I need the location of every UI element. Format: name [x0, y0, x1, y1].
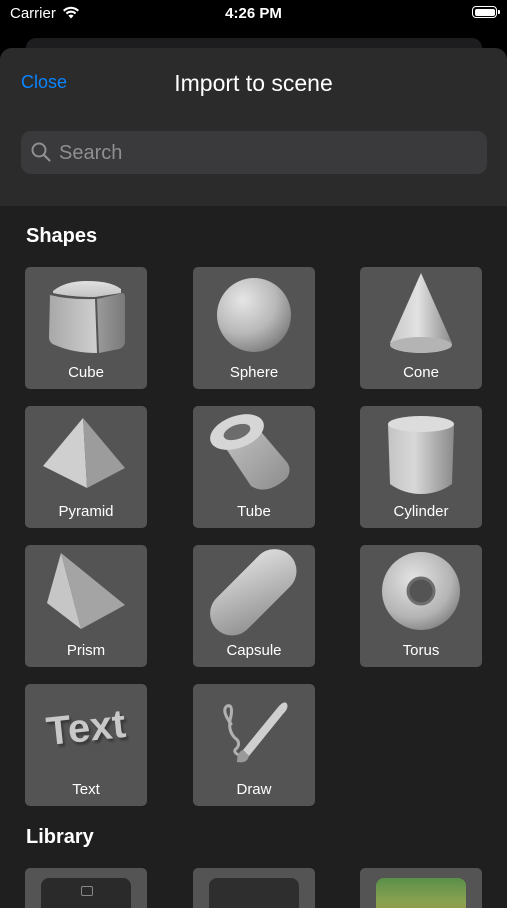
library-item[interactable] [193, 868, 315, 908]
text-shape-icon: Text [44, 701, 128, 755]
shape-label: Cylinder [393, 503, 449, 520]
shape-tile-draw[interactable]: Draw [193, 684, 315, 806]
shape-label: Torus [402, 642, 440, 659]
shape-label: Tube [237, 503, 271, 520]
library-thumbnail [209, 878, 299, 908]
shape-tile-prism[interactable]: Prism [25, 545, 147, 667]
search-input[interactable] [57, 131, 481, 176]
shape-label: Cone [403, 364, 439, 381]
cube-icon [49, 281, 125, 353]
robot-icon [81, 886, 93, 896]
shape-tile-capsule[interactable]: Capsule [193, 545, 315, 667]
torus-icon [382, 552, 460, 630]
shape-tile-cube[interactable]: Cube [25, 267, 147, 389]
shape-tile-text[interactable]: Text Text [25, 684, 147, 806]
shape-tile-pyramid[interactable]: Pyramid [25, 406, 147, 528]
prism-icon [47, 553, 125, 629]
shapes-section-title: Shapes [26, 225, 98, 247]
cylinder-icon [388, 416, 454, 494]
library-thumbnail [41, 878, 131, 908]
shape-tile-torus[interactable]: Torus [360, 545, 482, 667]
shape-label: Capsule [226, 642, 282, 659]
pyramid-icon [43, 418, 125, 488]
shape-tile-tube[interactable]: Tube [193, 406, 315, 528]
shape-label: Prism [66, 642, 106, 659]
sheet-header: Close Import to scene [0, 48, 507, 206]
shape-tile-cone[interactable]: Cone [360, 267, 482, 389]
shape-label: Text [72, 781, 100, 798]
shape-tile-sphere[interactable]: Sphere [193, 267, 315, 389]
library-thumbnail [376, 878, 466, 908]
shape-label: Sphere [229, 364, 279, 381]
shape-label: Draw [236, 781, 272, 798]
sphere-icon [217, 278, 291, 352]
search-icon [31, 142, 51, 162]
shape-tile-cylinder[interactable]: Cylinder [360, 406, 482, 528]
shape-label: Cube [68, 364, 104, 381]
tube-icon [210, 414, 290, 490]
capsule-icon [210, 549, 297, 636]
cone-icon [390, 273, 452, 353]
page-title: Import to scene [174, 70, 333, 96]
library-item[interactable] [25, 868, 147, 908]
search-bar[interactable] [21, 131, 487, 176]
shape-label: Pyramid [58, 503, 114, 520]
import-sheet: Close Import to scene Shapes Cube [0, 48, 507, 908]
status-bar: Carrier 4:26 PM [0, 0, 507, 30]
library-item[interactable] [360, 868, 482, 908]
status-time: 4:26 PM [225, 5, 282, 22]
brush-icon [223, 702, 288, 763]
battery-icon [472, 6, 500, 18]
library-section-title: Library [26, 826, 94, 848]
